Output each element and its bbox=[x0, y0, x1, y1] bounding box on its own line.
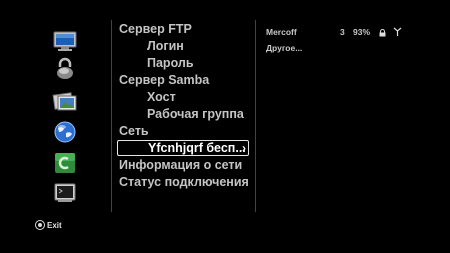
menu-item-host[interactable]: Хост bbox=[147, 89, 176, 106]
photo-icon[interactable] bbox=[50, 88, 80, 114]
menu-item-network-info[interactable]: Информация о сети bbox=[119, 157, 242, 174]
terminal-icon[interactable] bbox=[50, 180, 80, 206]
menu-item-workgroup[interactable]: Рабочая группа bbox=[147, 106, 244, 123]
chevron-right-icon: › bbox=[242, 141, 246, 155]
globe-network-icon[interactable] bbox=[50, 119, 80, 145]
exit-button-icon bbox=[35, 220, 45, 230]
footer-exit[interactable]: Exit bbox=[35, 219, 62, 231]
network-row[interactable]: Mercoff 3 93% bbox=[266, 26, 416, 38]
menu-item-connection-status[interactable]: Статус подключения bbox=[119, 174, 249, 191]
lock-icon[interactable] bbox=[50, 56, 80, 82]
lock-icon bbox=[379, 28, 386, 40]
network-channel: 3 bbox=[340, 27, 345, 37]
green-app-icon[interactable] bbox=[50, 150, 80, 176]
menu-item-login[interactable]: Логин bbox=[147, 38, 184, 55]
menu-item-ftp-server[interactable]: Сервер FTP bbox=[119, 21, 192, 38]
wifi-signal-icon bbox=[393, 27, 402, 39]
menu-item-password[interactable]: Пароль bbox=[147, 55, 194, 72]
monitor-icon[interactable] bbox=[50, 28, 80, 54]
network-signal: 93% bbox=[353, 27, 371, 37]
network-ssid: Mercoff bbox=[266, 27, 297, 37]
exit-label: Exit bbox=[47, 220, 62, 230]
network-row-other[interactable]: Другое... bbox=[266, 42, 416, 54]
menu-item-wireless-label: Yfcnhjqrf бесп... bbox=[148, 141, 246, 155]
menu-item-samba-server[interactable]: Сервер Samba bbox=[119, 72, 209, 89]
left-divider bbox=[111, 20, 112, 212]
right-divider bbox=[255, 20, 256, 212]
network-ssid: Другое... bbox=[266, 43, 303, 53]
menu-item-network[interactable]: Сеть bbox=[119, 123, 149, 140]
menu-item-wireless-settings[interactable]: Yfcnhjqrf бесп... › bbox=[117, 140, 249, 156]
